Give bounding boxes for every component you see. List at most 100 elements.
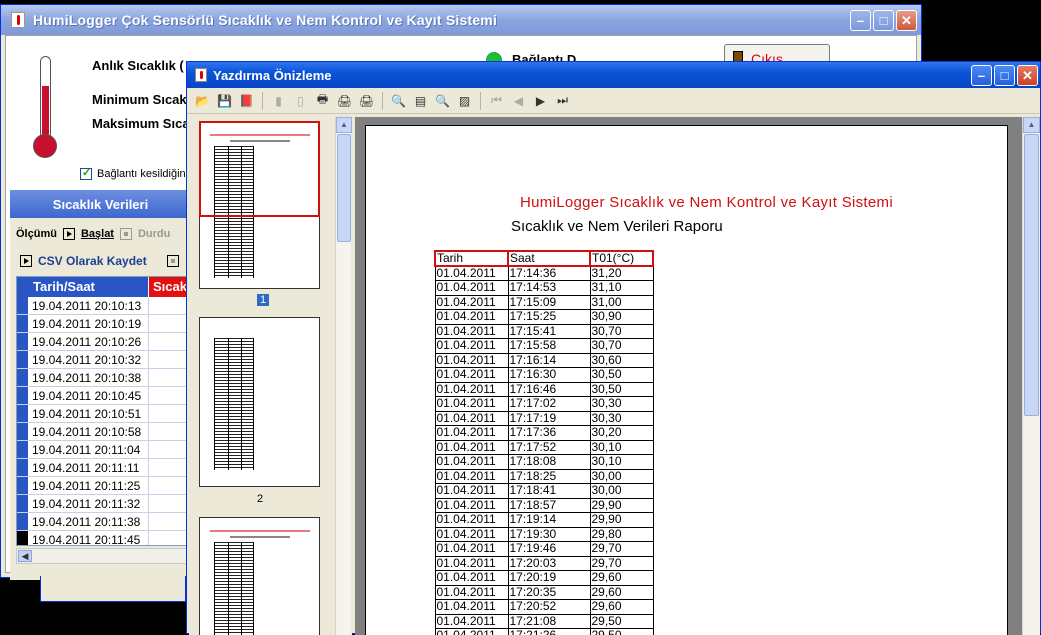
save-icon[interactable]: 💾: [215, 91, 234, 110]
row-selector[interactable]: [17, 513, 29, 530]
table-row[interactable]: 19.04.2011 20:10:32: [17, 351, 190, 369]
report-row: 01.04.201117:19:1429,90: [435, 513, 653, 528]
row-selector[interactable]: [17, 405, 29, 422]
start-button[interactable]: Başlat: [81, 228, 114, 240]
maximize-button[interactable]: □: [873, 10, 894, 31]
data-grid[interactable]: Tarih/Saat Sıcak 19.04.2011 20:10:1319.0…: [16, 276, 191, 546]
preview-titlebar[interactable]: Yazdırma Önizleme – □ ✕: [187, 62, 1040, 88]
print-icon[interactable]: 🖨: [335, 91, 354, 110]
play-icon[interactable]: [63, 228, 75, 240]
row-selector[interactable]: [17, 315, 29, 332]
row-selector[interactable]: [17, 459, 29, 476]
report-cell-date: 01.04.2011: [435, 397, 508, 412]
row-datetime: 19.04.2011 20:10:45: [29, 387, 149, 404]
print-setup-icon[interactable]: 🖶: [313, 91, 332, 110]
column-header-datetime[interactable]: Tarih/Saat: [29, 277, 149, 297]
row-selector[interactable]: [17, 351, 29, 368]
row-selector[interactable]: [17, 477, 29, 494]
table-row[interactable]: 19.04.2011 20:10:58: [17, 423, 190, 441]
table-row[interactable]: 19.04.2011 20:11:45: [17, 531, 190, 546]
minimize-button[interactable]: –: [971, 65, 992, 86]
scroll-up-icon[interactable]: ▲: [336, 117, 352, 133]
page-view[interactable]: HumiLogger Sıcaklık ve Nem Kontrol ve Ka…: [355, 117, 1022, 635]
pdf-icon[interactable]: 📕: [237, 91, 256, 110]
report-cell-temperature: 30,60: [590, 353, 653, 368]
thumbnail-scrollbar[interactable]: ▲: [335, 117, 351, 635]
report-cell-date: 01.04.2011: [435, 571, 508, 586]
main-titlebar[interactable]: HumiLogger Çok Sensörlü Sıcaklık ve Nem …: [1, 5, 921, 35]
open-icon[interactable]: 📂: [193, 91, 212, 110]
page-number[interactable]: 2: [257, 493, 263, 505]
horizontal-scrollbar[interactable]: ◀: [16, 548, 191, 564]
row-selector[interactable]: [17, 423, 29, 440]
next-page-icon[interactable]: ▶: [531, 91, 550, 110]
scrollbar-thumb[interactable]: [337, 134, 351, 242]
report-cell-date: 01.04.2011: [435, 484, 508, 499]
row-selector[interactable]: [17, 297, 29, 314]
table-row[interactable]: 19.04.2011 20:11:38: [17, 513, 190, 531]
report-cell-date: 01.04.2011: [435, 585, 508, 600]
last-page-icon[interactable]: ⏭: [553, 91, 572, 110]
report-title: HumiLogger Sıcaklık ve Nem Kontrol ve Ka…: [366, 194, 1007, 211]
minimize-button[interactable]: –: [850, 10, 871, 31]
page-thumbnail[interactable]: [199, 517, 320, 635]
report-row: 01.04.201117:18:0830,10: [435, 455, 653, 470]
row-selector[interactable]: [17, 531, 29, 546]
thermometer-app-icon: [195, 68, 207, 82]
report-row: 01.04.201117:16:1430,60: [435, 353, 653, 368]
report-cell-temperature: 30,10: [590, 455, 653, 470]
row-temperature: [149, 477, 190, 494]
report-cell-temperature: 31,00: [590, 295, 653, 310]
page-number[interactable]: 1: [257, 294, 269, 306]
table-row[interactable]: 19.04.2011 20:10:38: [17, 369, 190, 387]
report-row: 01.04.201117:15:0931,00: [435, 295, 653, 310]
table-row[interactable]: 19.04.2011 20:11:04: [17, 441, 190, 459]
reconnect-checkbox[interactable]: [80, 168, 92, 180]
scrollbar-thumb[interactable]: [1024, 134, 1039, 416]
row-selector[interactable]: [17, 387, 29, 404]
row-temperature: [149, 459, 190, 476]
column-header-temperature[interactable]: Sıcak: [149, 277, 190, 297]
page-thumbnail[interactable]: [199, 317, 320, 487]
report-cell-temperature: 30,30: [590, 411, 653, 426]
row-selector[interactable]: [17, 441, 29, 458]
report-cell-temperature: 30,20: [590, 426, 653, 441]
thumbnail-pane[interactable]: 1 2: [189, 117, 352, 635]
report-cell-date: 01.04.2011: [435, 440, 508, 455]
table-row[interactable]: 19.04.2011 20:10:51: [17, 405, 190, 423]
report-row: 01.04.201117:21:0829,50: [435, 614, 653, 629]
csv-save-button[interactable]: CSV Olarak Kaydet: [20, 254, 179, 268]
row-selector[interactable]: [17, 369, 29, 386]
background-window-fragment: [40, 576, 186, 602]
close-button[interactable]: ✕: [896, 10, 917, 31]
report-cell-time: 17:20:19: [508, 571, 590, 586]
printer-icon[interactable]: 🖨: [357, 91, 376, 110]
report-cell-time: 17:14:53: [508, 281, 590, 296]
table-row[interactable]: 19.04.2011 20:10:13: [17, 297, 190, 315]
scroll-left-icon[interactable]: ◀: [18, 550, 32, 562]
row-selector[interactable]: [17, 333, 29, 350]
zoom-in-icon[interactable]: 🔍: [433, 91, 452, 110]
table-row[interactable]: 19.04.2011 20:11:25: [17, 477, 190, 495]
stop-button[interactable]: Durdu: [138, 228, 170, 240]
row-temperature: [149, 423, 190, 440]
zoom-out-icon[interactable]: 🔍: [389, 91, 408, 110]
page-scrollbar[interactable]: ▲: [1022, 117, 1040, 635]
table-row[interactable]: 19.04.2011 20:10:26: [17, 333, 190, 351]
report-cell-time: 17:19:46: [508, 542, 590, 557]
stop-icon[interactable]: [167, 255, 179, 267]
image-icon[interactable]: ▨: [455, 91, 474, 110]
table-row[interactable]: 19.04.2011 20:11:11: [17, 459, 190, 477]
scroll-up-icon[interactable]: ▲: [1023, 117, 1040, 133]
maximize-button[interactable]: □: [994, 65, 1015, 86]
report-cell-date: 01.04.2011: [435, 527, 508, 542]
table-row[interactable]: 19.04.2011 20:11:32: [17, 495, 190, 513]
table-row[interactable]: 19.04.2011 20:10:19: [17, 315, 190, 333]
zoom-select-icon[interactable]: ▤: [411, 91, 430, 110]
table-row[interactable]: 19.04.2011 20:10:45: [17, 387, 190, 405]
report-cell-temperature: 30,90: [590, 310, 653, 325]
report-cell-time: 17:18:41: [508, 484, 590, 499]
close-button[interactable]: ✕: [1017, 65, 1038, 86]
reconnect-checkbox-row[interactable]: Bağlantı kesildiğinde: [80, 168, 198, 180]
row-selector[interactable]: [17, 495, 29, 512]
